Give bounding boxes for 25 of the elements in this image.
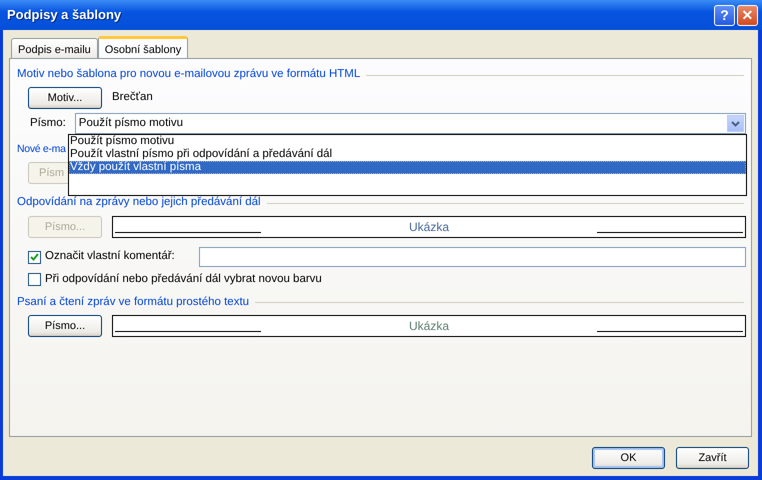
section-heading: Odpovídání na zprávy nebo jejich předávání dál: [17, 195, 261, 210]
section-heading: Psaní a čtení zpráv ve formátu prostého textu: [17, 294, 250, 310]
font-button[interactable]: Písmo...: [28, 315, 102, 338]
checkbox-label: Označit vlastní komentář:: [45, 249, 176, 264]
font-label: Písmo:: [30, 116, 66, 131]
section-heading: Nové e-ma: [17, 142, 66, 158]
window-title: Podpisy a šablony: [7, 6, 122, 24]
dropdown-option[interactable]: Vždy použít vlastní písma: [69, 161, 746, 174]
theme-button[interactable]: Motiv...: [28, 87, 102, 109]
dialog-button[interactable]: OK: [592, 447, 665, 469]
tab[interactable]: Osobní šablony: [98, 36, 188, 59]
help-button[interactable]: ?: [714, 4, 735, 26]
checkbox[interactable]: [28, 250, 41, 264]
checkbox-label: Při odpovídání nebo předávání dál vybrat novou barvu: [45, 272, 322, 287]
dialog-button[interactable]: Zavřít: [676, 447, 749, 469]
preview-text: Ukázka: [408, 219, 450, 236]
theme-name: Brečťan: [112, 90, 153, 106]
font-dropdown[interactable]: Použít písmo motivu: [74, 113, 746, 134]
checkbox[interactable]: [28, 273, 41, 286]
dropdown-option[interactable]: Použít písmo motivu: [69, 135, 746, 148]
tab[interactable]: Podpis e-mailu: [11, 38, 98, 58]
preview-text: Ukázka: [408, 318, 450, 336]
dropdown-option[interactable]: Použít vlastní písmo při odpovídání a předávání dál: [69, 148, 746, 161]
section-heading: Motiv nebo šablona pro novou e-mailovou zprávu ve formátu HTML: [17, 67, 360, 82]
comment-field[interactable]: [199, 247, 746, 267]
